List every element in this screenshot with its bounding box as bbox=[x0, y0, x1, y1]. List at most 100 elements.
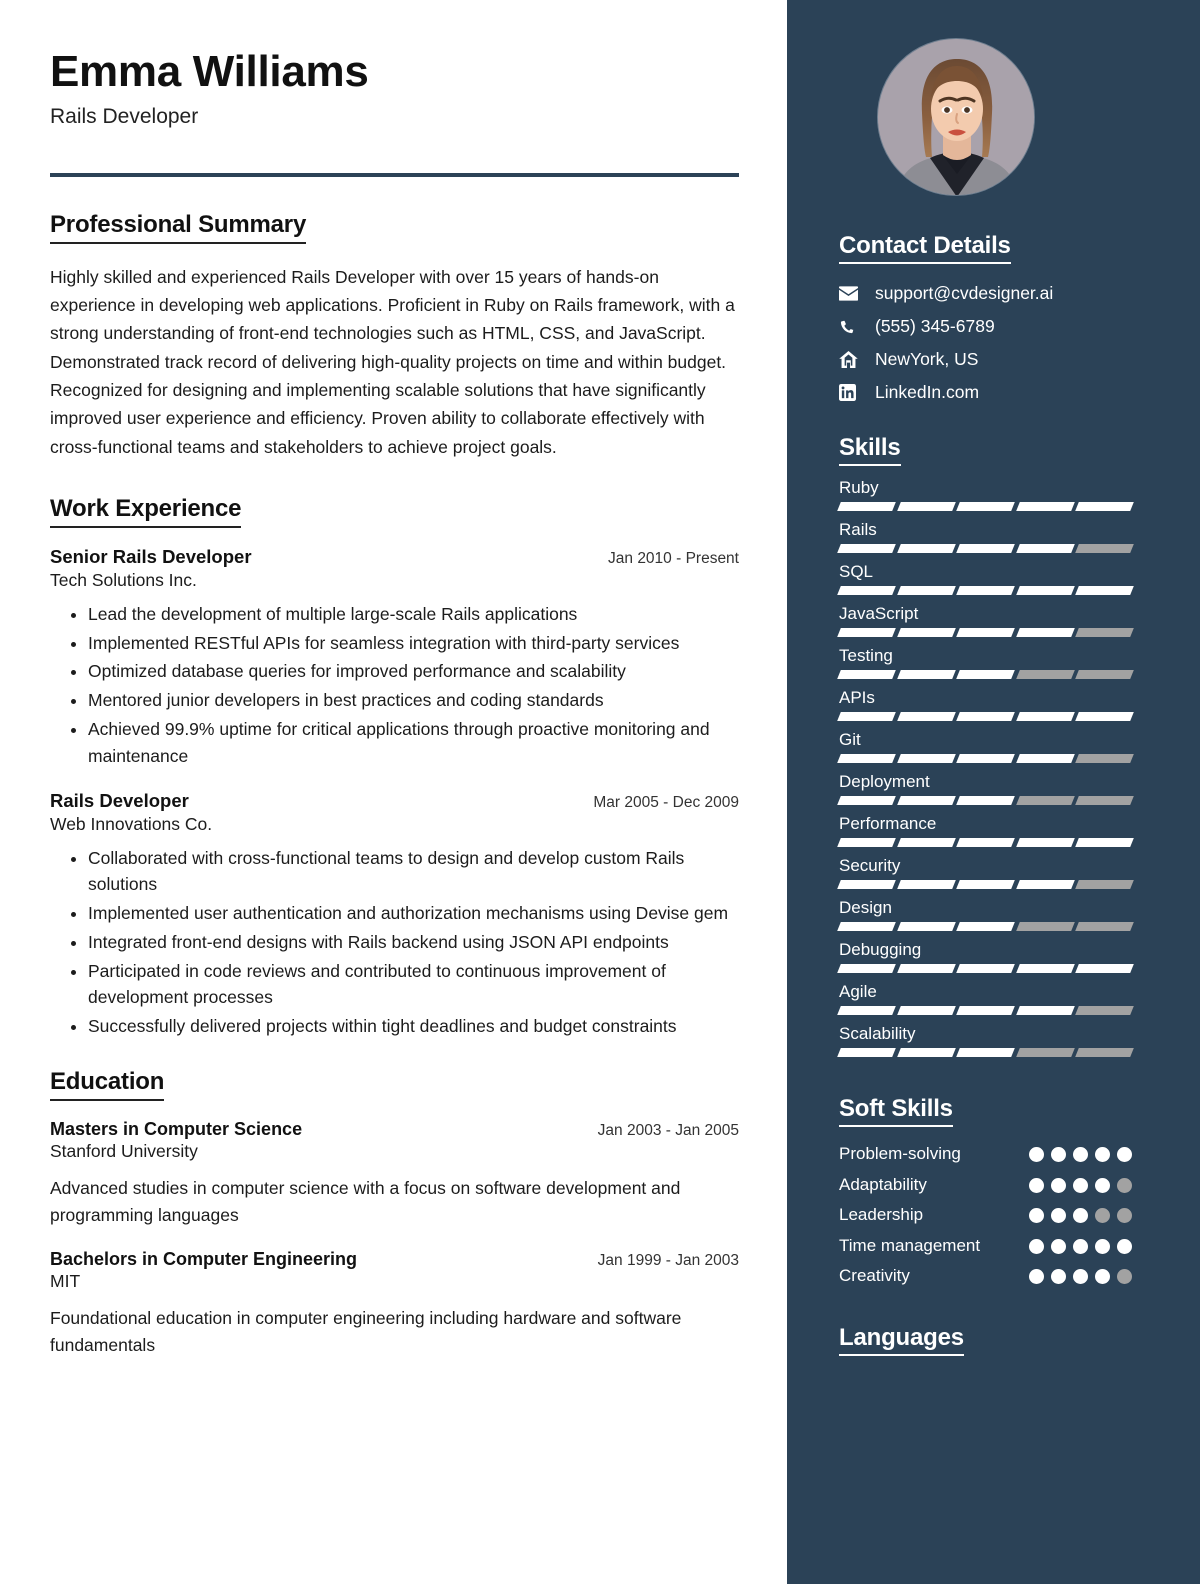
soft-skill-dot bbox=[1095, 1177, 1110, 1193]
skill-level-segment bbox=[837, 922, 896, 931]
soft-skill-dot bbox=[1095, 1238, 1110, 1254]
work-experience-section: Work Experience Senior Rails Developer Ja… bbox=[50, 495, 739, 1040]
work-item-role: Rails Developer bbox=[50, 789, 189, 811]
education-item-description: Advanced studies in computer science wit… bbox=[50, 1177, 681, 1225]
education-heading: Education bbox=[50, 1068, 164, 1101]
work-item-bullet: Implemented user authentication and auth… bbox=[88, 900, 750, 927]
contact-item[interactable]: (555) 345-6789 bbox=[839, 315, 1200, 337]
skill-level-segment bbox=[1015, 922, 1075, 931]
skill-level-segment bbox=[896, 880, 956, 889]
soft-skill-dot bbox=[1051, 1147, 1066, 1162]
work-experience-heading: Work Experience bbox=[50, 495, 242, 528]
education-item-degree: Bachelors in Computer Engineering bbox=[50, 1249, 358, 1270]
contact-list: support@cvdesigner.ai (555) 345-6789 NewYo… bbox=[839, 282, 1200, 403]
skill-name: Scalability bbox=[839, 1024, 916, 1043]
education-item-header: Bachelors in Computer Engineering Jan 199… bbox=[50, 1249, 739, 1270]
skill-level-segment bbox=[956, 1048, 1015, 1057]
skill-level-segment bbox=[956, 880, 1015, 889]
education-item-degree: Masters in Computer Science bbox=[50, 1118, 303, 1139]
skill-name: Testing bbox=[839, 646, 893, 665]
skill-name: JavaScript bbox=[839, 604, 919, 623]
avatar-wrapper bbox=[877, 38, 1200, 196]
contact-details-section: Contact Details support@cvdesigner.ai (55… bbox=[839, 232, 1200, 403]
soft-skills-section: Soft Skills Problem-solving Adaptability L… bbox=[839, 1095, 1200, 1288]
skill-level-segment bbox=[956, 628, 1015, 637]
skill-level-meter bbox=[837, 922, 1134, 931]
skill-level-meter bbox=[837, 502, 1134, 511]
skill-name: Deployment bbox=[839, 772, 930, 791]
skill-level-segment bbox=[1015, 502, 1075, 511]
skills-list: Ruby Rails SQL JavaScript Testing APIs Git Depl… bbox=[837, 478, 1200, 1057]
main-content-column: Emma Williams Rails Developer Profession… bbox=[0, 0, 787, 1584]
soft-skill-dot bbox=[1029, 1147, 1044, 1162]
soft-skill-row: Problem-solving bbox=[839, 1143, 1132, 1166]
contact-value: (555) 345-6789 bbox=[875, 315, 995, 336]
education-item-header: Masters in Computer Science Jan 2003 - Ja… bbox=[50, 1119, 739, 1140]
work-item-bullet: Optimized database queries for improved … bbox=[88, 658, 750, 685]
professional-summary-text: Highly skilled and experienced Rails Dev… bbox=[50, 266, 735, 457]
soft-skill-dot bbox=[1073, 1269, 1088, 1285]
work-item-header: Senior Rails Developer Jan 2010 - Present bbox=[50, 546, 739, 568]
skill-level-segment bbox=[837, 670, 896, 679]
avatar bbox=[877, 38, 1035, 196]
skill-level-meter bbox=[837, 544, 1134, 553]
skill-level-meter bbox=[837, 838, 1134, 847]
education-item-date: Jan 2003 - Jan 2005 bbox=[597, 1121, 739, 1139]
skill-level-segment bbox=[837, 838, 896, 847]
skill-level-segment bbox=[837, 712, 896, 721]
skill-name: Rails bbox=[839, 520, 877, 539]
skill-level-segment bbox=[1015, 796, 1075, 805]
skill-name: Performance bbox=[839, 814, 937, 833]
skill-level-segment bbox=[896, 586, 956, 595]
work-item-date: Jan 2010 - Present bbox=[608, 549, 739, 567]
skill-level-segment bbox=[1075, 754, 1134, 763]
skill-level-segment bbox=[896, 544, 956, 553]
skill-level-meter bbox=[837, 796, 1134, 805]
skill-name: Security bbox=[839, 856, 901, 875]
soft-skill-dot bbox=[1095, 1208, 1110, 1224]
education-item-school: MIT bbox=[50, 1271, 81, 1292]
work-item-bullet: Implemented RESTful APIs for seamless in… bbox=[88, 630, 750, 657]
soft-skill-name: Leadership bbox=[839, 1205, 924, 1225]
professional-summary-section: Professional Summary Highly skilled and … bbox=[50, 211, 737, 461]
skill-name: Ruby bbox=[839, 478, 879, 497]
skill-level-meter bbox=[837, 670, 1134, 679]
work-item-bullet: Collaborated with cross-functional teams… bbox=[88, 845, 750, 899]
contact-item[interactable]: support@cvdesigner.ai bbox=[839, 282, 1200, 304]
skill-level-segment bbox=[1015, 964, 1075, 973]
work-item-date: Mar 2005 - Dec 2009 bbox=[593, 793, 739, 811]
soft-skill-row: Creativity bbox=[839, 1265, 1132, 1288]
skill-level-segment bbox=[837, 880, 896, 889]
home-icon bbox=[839, 350, 863, 368]
work-experience-list: Senior Rails Developer Jan 2010 - Present… bbox=[50, 546, 739, 1040]
work-item-bullet: Mentored junior developers in best pract… bbox=[88, 687, 750, 714]
work-item-bullet: Integrated front-end designs with Rails … bbox=[88, 929, 750, 956]
skill-row: Ruby bbox=[837, 478, 1200, 511]
skill-level-segment bbox=[1015, 670, 1075, 679]
skill-row: Deployment bbox=[837, 772, 1200, 805]
skill-level-segment bbox=[956, 1006, 1015, 1015]
work-item-company: Tech Solutions Inc. bbox=[50, 569, 197, 590]
contact-item[interactable]: NewYork, US bbox=[839, 348, 1200, 370]
soft-skill-rating bbox=[1020, 1174, 1132, 1193]
skill-level-segment bbox=[896, 712, 956, 721]
skill-level-segment bbox=[896, 754, 956, 763]
professional-summary-heading: Professional Summary bbox=[50, 211, 306, 244]
skill-level-segment bbox=[896, 1006, 956, 1015]
skill-level-segment bbox=[956, 964, 1015, 973]
resume-page: Emma Williams Rails Developer Profession… bbox=[0, 0, 1200, 1584]
soft-skill-dot bbox=[1095, 1147, 1110, 1162]
soft-skill-dot bbox=[1051, 1269, 1066, 1285]
skill-level-segment bbox=[956, 754, 1015, 763]
skill-level-meter bbox=[837, 964, 1134, 973]
education-section: Education Masters in Computer Science Jan… bbox=[50, 1068, 739, 1360]
skill-level-segment bbox=[956, 922, 1015, 931]
soft-skill-dot bbox=[1073, 1177, 1088, 1193]
skill-level-segment bbox=[837, 628, 896, 637]
education-item-description: Foundational education in computer engin… bbox=[50, 1308, 682, 1356]
contact-item[interactable]: LinkedIn.com bbox=[839, 381, 1200, 403]
skill-name: Design bbox=[839, 898, 892, 917]
skill-name: SQL bbox=[839, 562, 874, 581]
languages-section: Languages bbox=[839, 1324, 1200, 1357]
skill-level-segment bbox=[837, 754, 896, 763]
